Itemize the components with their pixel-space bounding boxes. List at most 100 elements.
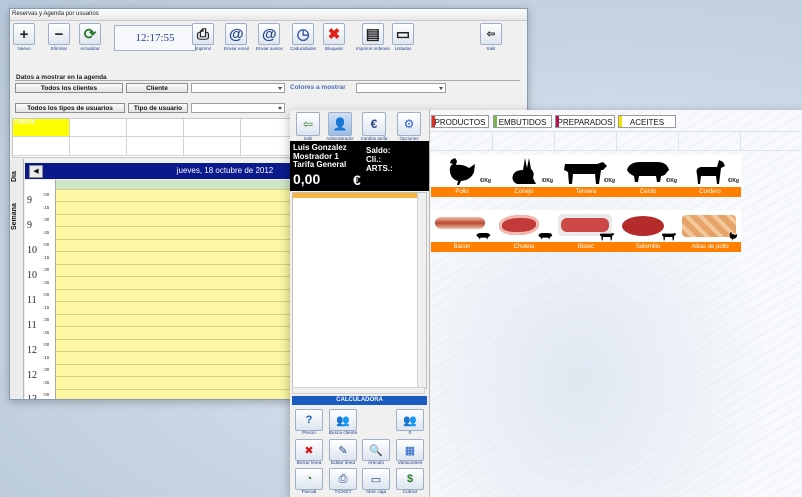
clock-display: 12:17:55 (114, 25, 196, 51)
delete-line-icon: ✖ (295, 439, 323, 461)
tab-preparados[interactable]: PREPARADOS (555, 115, 615, 128)
minus-icon: − (48, 23, 70, 45)
tab-productos[interactable]: PRODUCTOS (431, 115, 489, 128)
user-type-select[interactable] (191, 103, 285, 113)
search-client-button[interactable]: 👥 Busca cliente (326, 409, 360, 436)
pos-window: ⇦ Salir 👤 Administrador € Cambio tarifa … (290, 110, 802, 497)
user-type-button[interactable]: Tipo de usuario (128, 103, 188, 113)
product-cordero[interactable]: €/Kg Cordero (679, 155, 741, 197)
delete-button[interactable]: − Eliminar (48, 23, 70, 51)
sirloin-icon (617, 210, 679, 242)
send-notices-button[interactable]: @ Enviar avisos (256, 23, 283, 51)
pos-exit-button[interactable]: ⇦ Salir (292, 112, 324, 141)
open-drawer-button[interactable]: ▭ Abrir caja (359, 468, 393, 495)
calculator-button[interactable]: CALCULADORA (292, 396, 427, 405)
options-button[interactable]: ⚙ Opciones (393, 112, 425, 141)
steak-icon (555, 210, 617, 242)
change-tariff-button[interactable]: € Cambio tarifa (358, 112, 390, 141)
printer-icon: ⎙ (192, 23, 214, 45)
minute-label: :00 (43, 392, 50, 397)
bacon-icon (431, 210, 493, 242)
todos-color-cell[interactable]: TODOS (13, 119, 70, 137)
cash-drawer-icon: ▭ (362, 468, 390, 490)
product-ternera[interactable]: €/Kg Ternera (555, 155, 617, 197)
send-email-button[interactable]: @ Enviar email (224, 23, 249, 51)
charge-button[interactable]: $ Cobrar (393, 468, 427, 495)
admin-button[interactable]: 👤 Administrador (324, 112, 356, 141)
minute-label: :00 (43, 292, 50, 297)
notify-icon: @ (258, 23, 281, 45)
color-cell[interactable] (70, 119, 127, 137)
user-name: Luis Gonzalez (293, 143, 347, 152)
hour-label: 12 (27, 370, 37, 381)
ticket-icon: ⎙ (329, 468, 357, 490)
client-button[interactable]: Cliente (126, 83, 188, 93)
minute-label: :15 (43, 205, 50, 210)
print-button[interactable]: ⎙ Imprimir (192, 23, 214, 51)
colors-select[interactable] (356, 83, 446, 93)
color-cell[interactable] (184, 119, 241, 137)
color-cell[interactable] (127, 119, 184, 137)
partial-icon: ◔ (295, 468, 323, 490)
chicken-icon (729, 232, 738, 241)
client-select[interactable] (191, 83, 285, 93)
exit-button[interactable]: ⇦ Salir (480, 23, 502, 51)
cow-icon (600, 233, 615, 241)
product-solomillo[interactable]: Solomillo (617, 210, 679, 252)
session-info: Luis Gonzalez Mostrador 1 Tarifa General… (290, 141, 429, 191)
pig-icon (476, 233, 491, 240)
product-alitas[interactable]: Alitas de pollo (679, 210, 741, 252)
print-orders-button[interactable]: ▤ Imprimir ordenes (356, 23, 390, 51)
article-button[interactable]: 🔍 Articulo (359, 439, 393, 466)
delete-line-button[interactable]: ✖ Borrar linea (292, 439, 326, 466)
all-clients-button[interactable]: Todos los clientes (15, 83, 123, 93)
ticket-hscrollbar[interactable] (292, 387, 425, 394)
partial-button[interactable]: ◔ Parcial (292, 468, 326, 495)
new-button[interactable]: + Nuevo (13, 23, 35, 51)
pig-icon (627, 162, 669, 182)
hour-label: 9 (27, 220, 32, 231)
chicken-icon (449, 158, 475, 185)
selected-line[interactable] (293, 193, 417, 198)
tab-embutidos[interactable]: EMBUTIDOS (493, 115, 552, 128)
admin-icon: 👤 (328, 112, 352, 136)
ticket-scrollbar[interactable] (417, 193, 426, 388)
tab-aceites[interactable]: ACEITES (618, 115, 676, 128)
clock-icon: ◷ (292, 23, 315, 45)
clients-counter-button[interactable]: 👥 0 (393, 409, 427, 436)
pos-left-panel: ⇦ Salir 👤 Administrador € Cambio tarifa … (290, 110, 430, 497)
exit-icon: ⇦ (296, 112, 320, 136)
product-chuleta[interactable]: Chuleta (493, 210, 555, 252)
article-icon: 🔍 (362, 439, 390, 461)
color-cell[interactable] (127, 137, 184, 156)
minute-label: :15 (43, 355, 50, 360)
color-cell[interactable] (184, 137, 241, 156)
ticket-lines-list[interactable] (292, 192, 427, 389)
color-cell[interactable] (13, 137, 70, 156)
refresh-button[interactable]: ⟳ Actualizar (79, 23, 101, 51)
refresh-icon: ⟳ (79, 23, 101, 45)
block-button[interactable]: ✖ Bloquear (323, 23, 345, 51)
product-cerdo[interactable]: €/Kg Cerdo (617, 155, 679, 197)
product-conejo[interactable]: €/Kg Conejo (493, 155, 555, 197)
minute-label: :15 (43, 255, 50, 260)
tab-dia[interactable]: Dia (11, 165, 22, 189)
listings-button[interactable]: ▭ Listados (392, 23, 414, 51)
product-pollo[interactable]: €/Kg Pollo (431, 155, 493, 197)
expirations-button[interactable]: ◷ Caducidades (290, 23, 316, 51)
ticket-button[interactable]: ⎙ TICKET (326, 468, 360, 495)
all-user-types-button[interactable]: Todos los tipos de usuarios (15, 103, 125, 113)
edit-line-button[interactable]: ✎ Editar linea (326, 439, 360, 466)
tab-semana[interactable]: Semana (11, 193, 22, 241)
client-label: Cli.: (366, 155, 382, 164)
minute-label: :15 (43, 305, 50, 310)
hour-label: 11 (27, 295, 37, 306)
price-button[interactable]: ? Precio (292, 409, 326, 436)
variations-icon: ▦ (396, 439, 424, 461)
hour-label: 9 (27, 195, 32, 206)
product-bistec[interactable]: Bistec (555, 210, 617, 252)
color-cell[interactable] (70, 137, 127, 156)
product-bacon[interactable]: Bacon (431, 210, 493, 252)
variations-button[interactable]: ▦ Variaciones (393, 439, 427, 466)
minute-label: :30 (43, 317, 50, 322)
